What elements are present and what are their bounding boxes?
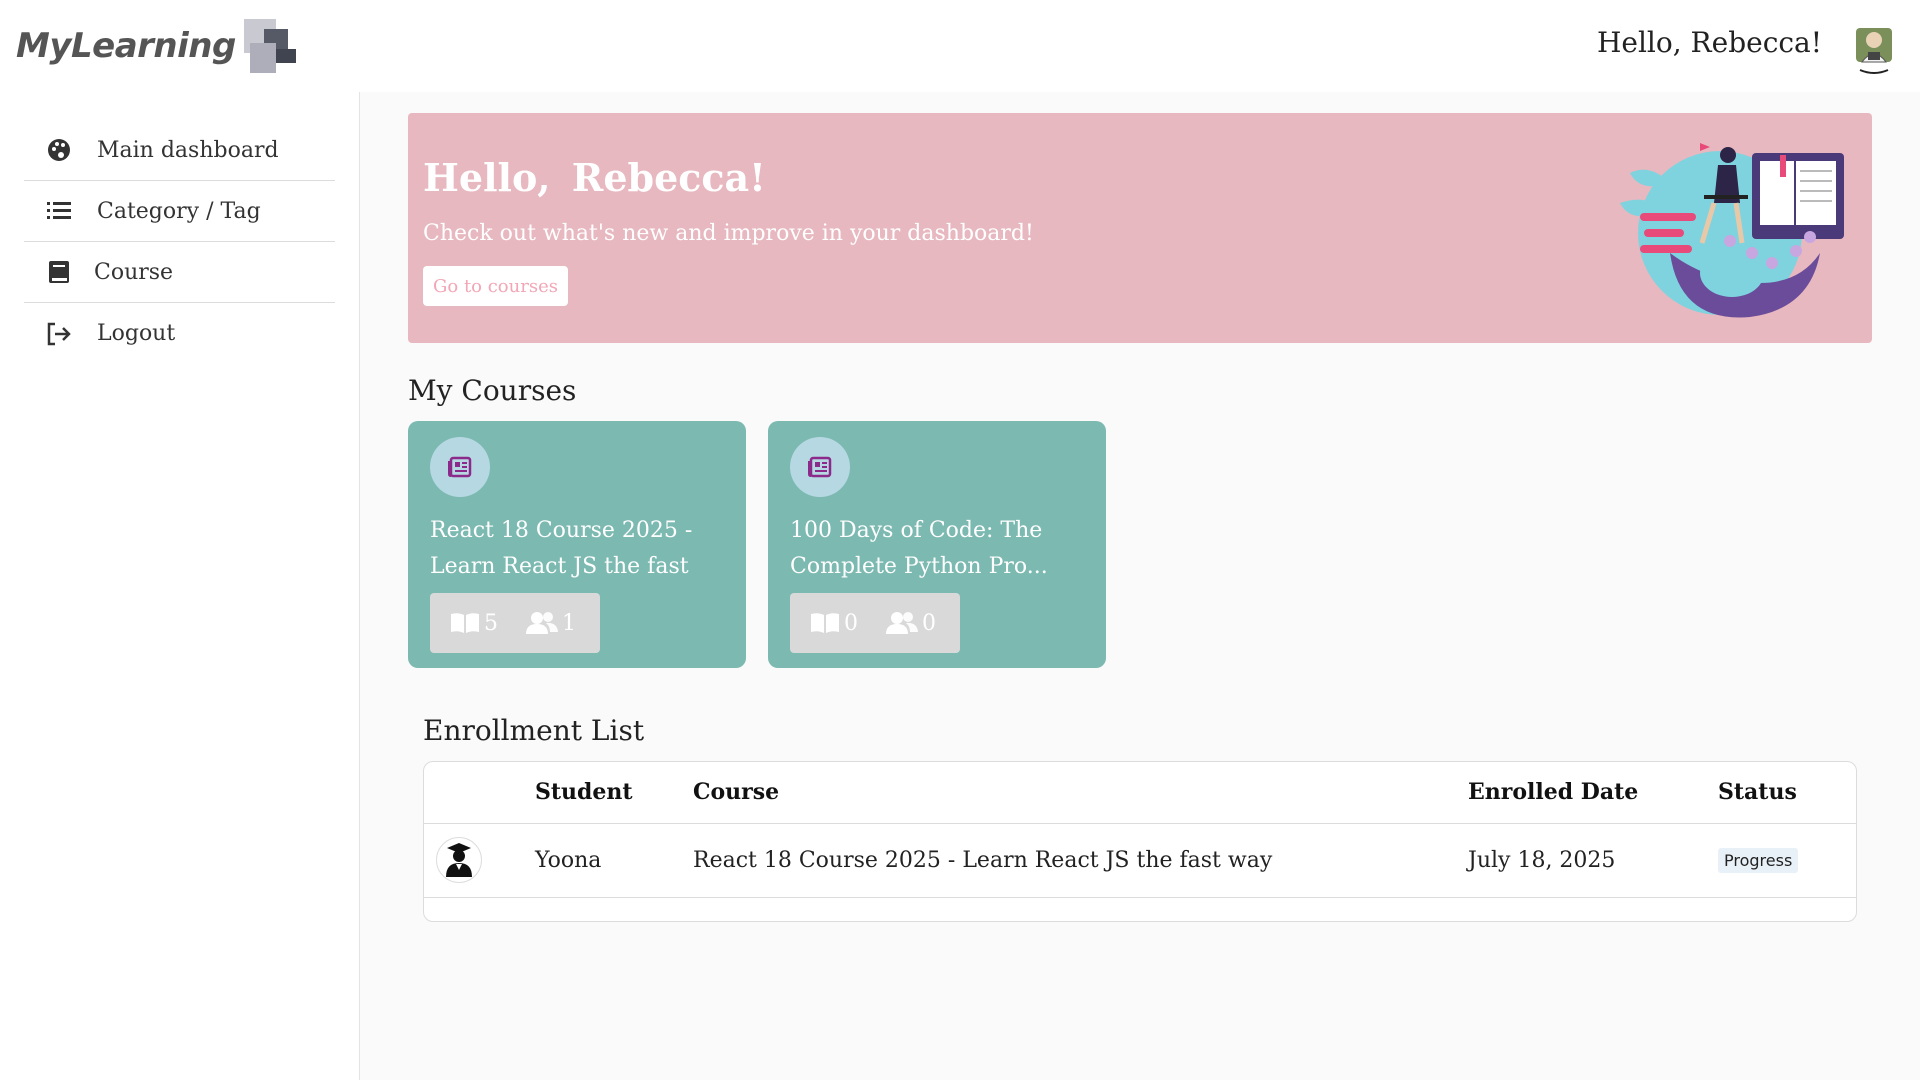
- graduate-avatar-icon: [436, 837, 482, 883]
- student-name: Yoona: [535, 823, 693, 898]
- go-to-courses-button[interactable]: Go to courses: [423, 266, 568, 306]
- status-badge: Progress: [1718, 848, 1799, 873]
- column-header-avatar: [424, 762, 535, 824]
- enrollment-list-title: Enrollment List: [423, 714, 645, 747]
- sidebar-item-course[interactable]: Course: [24, 242, 335, 303]
- students-count: 0: [922, 610, 936, 636]
- user-avatar[interactable]: [1852, 24, 1896, 76]
- enrolled-date: July 18, 2025: [1468, 823, 1718, 898]
- column-header-student: Student: [535, 762, 693, 824]
- course-stats: 0 0: [790, 593, 960, 653]
- logo-mark-icon: [243, 19, 298, 73]
- student-avatar-cell: [424, 823, 535, 898]
- top-bar: MyLearning Hello, Rebecca!: [0, 0, 1920, 92]
- course-card[interactable]: React 18 Course 2025 - Learn React JS th…: [408, 421, 746, 668]
- sidebar-item-logout[interactable]: Logout: [24, 303, 335, 364]
- open-book-icon: [451, 613, 479, 633]
- students-stat: 0: [886, 611, 936, 636]
- table-header-row: Student Course Enrolled Date Status: [424, 762, 1856, 824]
- sidebar-nav: Main dashboard Category / Tag Course Log…: [24, 120, 335, 364]
- course-title: 100 Days of Code: The Complete Python Pr…: [790, 518, 1048, 579]
- lessons-count: 0: [844, 610, 858, 636]
- sidebar-item-label: Course: [94, 259, 174, 285]
- sidebar: Main dashboard Category / Tag Course Log…: [0, 92, 360, 1080]
- column-header-enrolled-date: Enrolled Date: [1468, 762, 1718, 824]
- sidebar-item-category-tag[interactable]: Category / Tag: [24, 181, 335, 242]
- users-icon: [886, 612, 918, 634]
- logo[interactable]: MyLearning: [16, 18, 298, 74]
- banner-illustration: [1610, 133, 1850, 329]
- students-count: 1: [562, 610, 576, 636]
- banner-subtitle: Check out what's new and improve in your…: [423, 221, 1034, 246]
- sidebar-item-label: Logout: [97, 321, 176, 346]
- course-stats: 5 1: [430, 593, 600, 653]
- list-icon: [46, 198, 72, 224]
- lessons-count: 5: [484, 610, 498, 636]
- column-header-status: Status: [1718, 762, 1856, 824]
- status-cell: Progress: [1718, 823, 1856, 898]
- header-greeting: Hello, Rebecca!: [1596, 26, 1822, 59]
- open-book-icon: [811, 613, 839, 633]
- sidebar-item-label: Category / Tag: [97, 198, 261, 224]
- newspaper-icon: [790, 437, 850, 497]
- lessons-stat: 0: [810, 611, 858, 636]
- enrollment-table: Student Course Enrolled Date Status Yoon…: [423, 761, 1857, 922]
- sidebar-item-main-dashboard[interactable]: Main dashboard: [24, 120, 335, 181]
- palette-icon: [46, 137, 72, 163]
- banner-title: Hello, Rebecca!: [423, 155, 766, 200]
- table-row[interactable]: Yoona React 18 Course 2025 - Learn React…: [424, 823, 1856, 898]
- logo-text: MyLearning: [16, 26, 236, 66]
- sidebar-item-label: Main dashboard: [97, 137, 279, 163]
- lessons-stat: 5: [450, 611, 498, 636]
- my-courses-title: My Courses: [408, 374, 577, 407]
- course-card[interactable]: 100 Days of Code: The Complete Python Pr…: [768, 421, 1106, 668]
- students-stat: 1: [526, 611, 576, 636]
- logout-icon: [46, 321, 72, 347]
- column-header-course: Course: [693, 762, 1468, 824]
- users-icon: [526, 612, 558, 634]
- book-icon: [46, 259, 72, 285]
- course-name: React 18 Course 2025 - Learn React JS th…: [693, 823, 1468, 898]
- welcome-banner: Hello, Rebecca! Check out what's new and…: [408, 113, 1872, 343]
- newspaper-icon: [430, 437, 490, 497]
